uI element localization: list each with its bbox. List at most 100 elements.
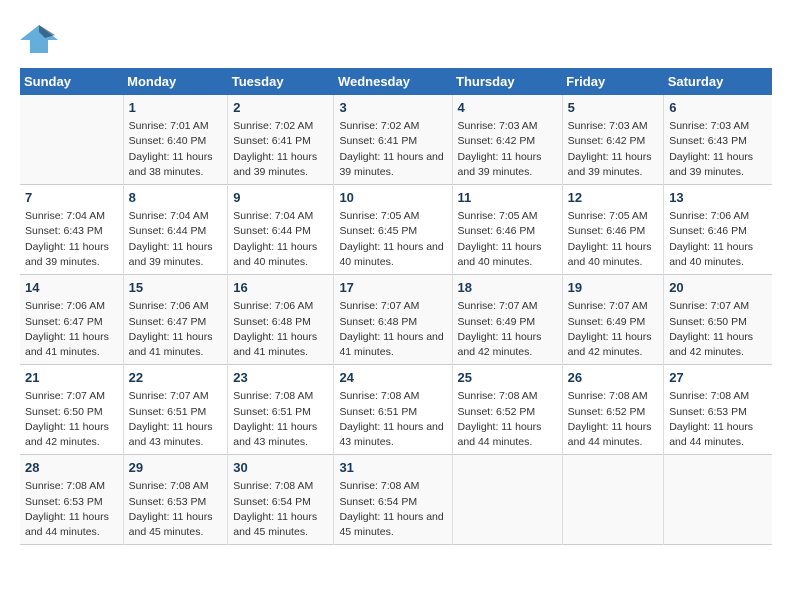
calendar-cell <box>664 455 772 545</box>
calendar-cell: 13 Sunrise: 7:06 AMSunset: 6:46 PMDayligh… <box>664 185 772 275</box>
day-number: 3 <box>339 99 446 117</box>
calendar-cell: 23 Sunrise: 7:08 AMSunset: 6:51 PMDayligh… <box>228 365 334 455</box>
cell-info: Sunrise: 7:05 AMSunset: 6:46 PMDaylight:… <box>458 209 557 270</box>
day-number: 10 <box>339 189 446 207</box>
day-number: 7 <box>25 189 118 207</box>
day-number: 13 <box>669 189 767 207</box>
cell-info: Sunrise: 7:07 AMSunset: 6:50 PMDaylight:… <box>25 389 118 450</box>
cell-info: Sunrise: 7:05 AMSunset: 6:46 PMDaylight:… <box>568 209 659 270</box>
calendar-cell: 18Sunrise: 7:07 AMSunset: 6:49 PMDayligh… <box>452 275 562 365</box>
cell-info: Sunrise: 7:08 AMSunset: 6:52 PMDaylight:… <box>568 389 659 450</box>
cell-info: Sunrise: 7:07 AMSunset: 6:51 PMDaylight:… <box>129 389 223 450</box>
calendar-cell: 6Sunrise: 7:03 AMSunset: 6:43 PMDaylight… <box>664 95 772 185</box>
calendar-cell: 11 Sunrise: 7:05 AMSunset: 6:46 PMDayligh… <box>452 185 562 275</box>
cell-info: Sunrise: 7:01 AMSunset: 6:40 PMDaylight:… <box>129 119 223 180</box>
calendar-cell <box>562 455 664 545</box>
cell-info: Sunrise: 7:07 AMSunset: 6:49 PMDaylight:… <box>568 299 659 360</box>
day-number: 12 <box>568 189 659 207</box>
calendar-cell: 14Sunrise: 7:06 AMSunset: 6:47 PMDayligh… <box>20 275 123 365</box>
day-number: 24 <box>339 369 446 387</box>
calendar-cell <box>20 95 123 185</box>
calendar-cell: 16 Sunrise: 7:06 AMSunset: 6:48 PMDayligh… <box>228 275 334 365</box>
calendar-cell <box>452 455 562 545</box>
day-number: 21 <box>25 369 118 387</box>
header-day-monday: Monday <box>123 68 228 95</box>
header-day-friday: Friday <box>562 68 664 95</box>
calendar-cell: 25 Sunrise: 7:08 AMSunset: 6:52 PMDayligh… <box>452 365 562 455</box>
header-day-wednesday: Wednesday <box>334 68 452 95</box>
cell-info: Sunrise: 7:08 AMSunset: 6:54 PMDaylight:… <box>339 479 446 540</box>
header-row: SundayMondayTuesdayWednesdayThursdayFrid… <box>20 68 772 95</box>
day-number: 1 <box>129 99 223 117</box>
calendar-cell: 5 Sunrise: 7:03 AMSunset: 6:42 PMDaylight… <box>562 95 664 185</box>
day-number: 8 <box>129 189 223 207</box>
day-number: 28 <box>25 459 118 477</box>
day-number: 5 <box>568 99 659 117</box>
calendar-cell: 8 Sunrise: 7:04 AMSunset: 6:44 PMDaylight… <box>123 185 228 275</box>
cell-info: Sunrise: 7:08 AMSunset: 6:51 PMDaylight:… <box>339 389 446 450</box>
calendar-cell: 20Sunrise: 7:07 AMSunset: 6:50 PMDayligh… <box>664 275 772 365</box>
calendar-table: SundayMondayTuesdayWednesdayThursdayFrid… <box>20 68 772 545</box>
cell-info: Sunrise: 7:03 AMSunset: 6:42 PMDaylight:… <box>458 119 557 180</box>
cell-info: Sunrise: 7:06 AMSunset: 6:46 PMDaylight:… <box>669 209 767 270</box>
cell-info: Sunrise: 7:08 AMSunset: 6:53 PMDaylight:… <box>129 479 223 540</box>
calendar-body: 1 Sunrise: 7:01 AMSunset: 6:40 PMDaylight… <box>20 95 772 545</box>
day-number: 2 <box>233 99 328 117</box>
week-row-2: 7Sunrise: 7:04 AMSunset: 6:43 PMDaylight… <box>20 185 772 275</box>
cell-info: Sunrise: 7:07 AMSunset: 6:50 PMDaylight:… <box>669 299 767 360</box>
calendar-cell: 24 Sunrise: 7:08 AMSunset: 6:51 PMDayligh… <box>334 365 452 455</box>
logo-bird-icon <box>20 20 58 58</box>
cell-info: Sunrise: 7:08 AMSunset: 6:52 PMDaylight:… <box>458 389 557 450</box>
day-number: 19 <box>568 279 659 297</box>
header-day-thursday: Thursday <box>452 68 562 95</box>
day-number: 30 <box>233 459 328 477</box>
week-row-4: 21 Sunrise: 7:07 AMSunset: 6:50 PMDayligh… <box>20 365 772 455</box>
cell-info: Sunrise: 7:08 AMSunset: 6:53 PMDaylight:… <box>669 389 767 450</box>
day-number: 31 <box>339 459 446 477</box>
week-row-5: 28 Sunrise: 7:08 AMSunset: 6:53 PMDayligh… <box>20 455 772 545</box>
calendar-cell: 2Sunrise: 7:02 AMSunset: 6:41 PMDaylight… <box>228 95 334 185</box>
cell-info: Sunrise: 7:04 AMSunset: 6:44 PMDaylight:… <box>233 209 328 270</box>
cell-info: Sunrise: 7:03 AMSunset: 6:42 PMDaylight:… <box>568 119 659 180</box>
calendar-header: SundayMondayTuesdayWednesdayThursdayFrid… <box>20 68 772 95</box>
calendar-cell: 30Sunrise: 7:08 AMSunset: 6:54 PMDayligh… <box>228 455 334 545</box>
day-number: 29 <box>129 459 223 477</box>
calendar-cell: 29 Sunrise: 7:08 AMSunset: 6:53 PMDayligh… <box>123 455 228 545</box>
calendar-cell: 27Sunrise: 7:08 AMSunset: 6:53 PMDayligh… <box>664 365 772 455</box>
calendar-cell: 10 Sunrise: 7:05 AMSunset: 6:45 PMDayligh… <box>334 185 452 275</box>
cell-info: Sunrise: 7:06 AMSunset: 6:48 PMDaylight:… <box>233 299 328 360</box>
calendar-cell: 9 Sunrise: 7:04 AMSunset: 6:44 PMDaylight… <box>228 185 334 275</box>
day-number: 16 <box>233 279 328 297</box>
cell-info: Sunrise: 7:07 AMSunset: 6:48 PMDaylight:… <box>339 299 446 360</box>
calendar-cell: 28 Sunrise: 7:08 AMSunset: 6:53 PMDayligh… <box>20 455 123 545</box>
calendar-cell: 15 Sunrise: 7:06 AMSunset: 6:47 PMDayligh… <box>123 275 228 365</box>
day-number: 25 <box>458 369 557 387</box>
cell-info: Sunrise: 7:08 AMSunset: 6:51 PMDaylight:… <box>233 389 328 450</box>
header-day-tuesday: Tuesday <box>228 68 334 95</box>
calendar-cell: 31 Sunrise: 7:08 AMSunset: 6:54 PMDayligh… <box>334 455 452 545</box>
calendar-cell: 26 Sunrise: 7:08 AMSunset: 6:52 PMDayligh… <box>562 365 664 455</box>
header-day-sunday: Sunday <box>20 68 123 95</box>
cell-info: Sunrise: 7:04 AMSunset: 6:44 PMDaylight:… <box>129 209 223 270</box>
header-day-saturday: Saturday <box>664 68 772 95</box>
day-number: 23 <box>233 369 328 387</box>
day-number: 15 <box>129 279 223 297</box>
cell-info: Sunrise: 7:07 AMSunset: 6:49 PMDaylight:… <box>458 299 557 360</box>
calendar-cell: 7Sunrise: 7:04 AMSunset: 6:43 PMDaylight… <box>20 185 123 275</box>
calendar-cell: 12 Sunrise: 7:05 AMSunset: 6:46 PMDayligh… <box>562 185 664 275</box>
day-number: 4 <box>458 99 557 117</box>
cell-info: Sunrise: 7:05 AMSunset: 6:45 PMDaylight:… <box>339 209 446 270</box>
logo <box>20 20 62 58</box>
page-header <box>20 20 772 58</box>
day-number: 22 <box>129 369 223 387</box>
cell-info: Sunrise: 7:08 AMSunset: 6:53 PMDaylight:… <box>25 479 118 540</box>
calendar-cell: 21 Sunrise: 7:07 AMSunset: 6:50 PMDayligh… <box>20 365 123 455</box>
day-number: 11 <box>458 189 557 207</box>
calendar-cell: 4 Sunrise: 7:03 AMSunset: 6:42 PMDaylight… <box>452 95 562 185</box>
day-number: 26 <box>568 369 659 387</box>
day-number: 9 <box>233 189 328 207</box>
week-row-3: 14Sunrise: 7:06 AMSunset: 6:47 PMDayligh… <box>20 275 772 365</box>
cell-info: Sunrise: 7:06 AMSunset: 6:47 PMDaylight:… <box>129 299 223 360</box>
day-number: 17 <box>339 279 446 297</box>
calendar-cell: 1 Sunrise: 7:01 AMSunset: 6:40 PMDaylight… <box>123 95 228 185</box>
